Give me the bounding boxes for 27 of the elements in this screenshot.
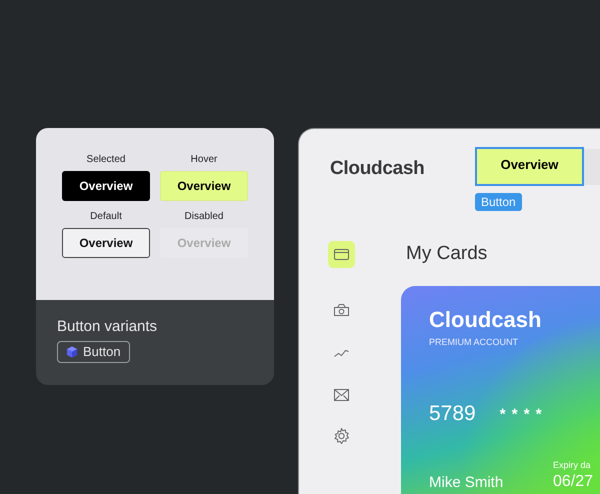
card-number: 5789: [429, 402, 476, 426]
card-brand: Cloudcash: [429, 308, 542, 332]
state-label: Disabled: [184, 211, 224, 223]
card-title: Button variants: [57, 318, 158, 336]
credit-card-icon: [334, 249, 349, 260]
card-holder: Mike Smith: [429, 474, 504, 491]
state-label: Selected: [86, 154, 126, 166]
sidebar-item[interactable]: [328, 241, 355, 268]
component-tag: Button: [475, 193, 522, 211]
expiry-date: 06/27: [553, 473, 594, 491]
overview-button[interactable]: Overview: [160, 171, 248, 201]
cube-icon: [66, 346, 78, 358]
envelope-icon: [334, 388, 349, 400]
account-type-label: PREMIUM ACCOUNT: [429, 337, 520, 347]
overview-button[interactable]: Overview: [62, 171, 150, 201]
page-heading: My Cards: [406, 243, 488, 265]
masked-digits: * * * *: [500, 406, 543, 422]
app-logo: Cloudcash: [330, 158, 426, 180]
camera-icon: [334, 304, 349, 316]
overview-button[interactable]: Overview: [475, 147, 584, 186]
settings-icon: [334, 428, 349, 444]
state-label: Hover: [190, 154, 218, 166]
overview-button[interactable]: Overview: [62, 228, 150, 258]
state-label: Default: [90, 211, 122, 223]
tag-label: Button: [83, 345, 121, 359]
expiry-label: Expiry da: [553, 460, 592, 470]
line-chart-icon: [334, 350, 349, 357]
